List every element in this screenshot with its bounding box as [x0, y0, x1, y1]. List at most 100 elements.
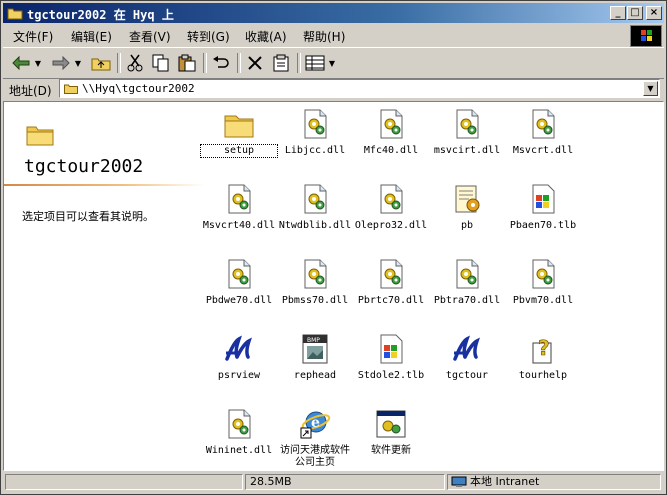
- undo-icon: [213, 56, 229, 68]
- windows-logo-icon: [630, 25, 662, 47]
- address-field[interactable]: \\Hyq\tgctour2002 ▼: [59, 79, 660, 98]
- file-label: tourhelp: [518, 370, 568, 381]
- file-item[interactable]: pb: [429, 183, 505, 232]
- tlb-icon: [527, 183, 559, 215]
- minimize-button[interactable]: _: [610, 6, 626, 20]
- file-label: psrview: [217, 370, 261, 381]
- undo-button[interactable]: [209, 52, 233, 74]
- address-dropdown-button[interactable]: ▼: [643, 81, 658, 96]
- file-item[interactable]: Pbaen70.tlb: [505, 183, 581, 232]
- folder-icon: [64, 84, 78, 94]
- file-item[interactable]: psrview: [201, 333, 277, 382]
- pb-icon: [451, 183, 483, 215]
- menu-view[interactable]: 查看(V): [129, 28, 171, 45]
- delete-x-icon: [248, 56, 262, 70]
- file-label: Msvcrt40.dll: [202, 220, 276, 231]
- file-item[interactable]: Olepro32.dll: [353, 183, 429, 232]
- file-label: Stdole2.tlb: [357, 370, 425, 381]
- forward-dropdown[interactable]: ▼: [73, 52, 83, 74]
- file-label: Mfc40.dll: [363, 145, 419, 156]
- file-item[interactable]: Pbrtc70.dll: [353, 258, 429, 307]
- title-bar[interactable]: tgctour2002 在 Hyq 上 _ □ ×: [3, 3, 664, 23]
- help-icon: ?: [527, 333, 559, 365]
- explorer-window: tgctour2002 在 Hyq 上 _ □ × 文件(F) 编辑(E) 查看…: [0, 0, 667, 495]
- menu-file[interactable]: 文件(F): [13, 28, 53, 45]
- dll-icon: [527, 258, 559, 290]
- file-label: Libjcc.dll: [284, 145, 346, 156]
- folder-icon: [223, 108, 255, 140]
- file-label: setup: [200, 144, 278, 158]
- file-item[interactable]: Pbvm70.dll: [505, 258, 581, 307]
- forward-button[interactable]: [49, 52, 73, 74]
- dll-icon: [375, 108, 407, 140]
- dll-icon: [299, 258, 331, 290]
- file-item[interactable]: Stdole2.tlb: [353, 333, 429, 382]
- file-item[interactable]: Mfc40.dll: [353, 108, 429, 157]
- address-label: 地址(D): [9, 84, 52, 98]
- toolbar-separator: [203, 53, 207, 73]
- views-grid-icon: [305, 55, 325, 71]
- dll-icon: [223, 183, 255, 215]
- file-label: Pbrtc70.dll: [357, 295, 425, 306]
- address-path: \\Hyq\tgctour2002: [82, 82, 195, 95]
- file-item[interactable]: e 访问天港成软件公司主页: [277, 408, 353, 469]
- file-item[interactable]: Msvcrt40.dll: [201, 183, 277, 232]
- file-label: rephead: [293, 370, 337, 381]
- file-item[interactable]: tgctour: [429, 333, 505, 382]
- file-item[interactable]: msvcirt.dll: [429, 108, 505, 157]
- status-bar: 28.5MB 本地 Intranet: [3, 472, 664, 492]
- file-item[interactable]: Pbmss70.dll: [277, 258, 353, 307]
- file-label: Pbaen70.tlb: [509, 220, 577, 231]
- back-button[interactable]: [9, 52, 33, 74]
- file-item[interactable]: Msvcrt.dll: [505, 108, 581, 157]
- menu-bar: 文件(F) 编辑(E) 查看(V) 转到(G) 收藏(A) 帮助(H): [3, 25, 664, 45]
- file-item[interactable]: Pbtra70.dll: [429, 258, 505, 307]
- file-item[interactable]: Wininet.dll: [201, 408, 277, 457]
- copy-button[interactable]: [149, 52, 173, 74]
- paste-button[interactable]: [175, 52, 199, 74]
- file-item[interactable]: Ntwdblib.dll: [277, 183, 353, 232]
- dll-icon: [223, 258, 255, 290]
- delete-button[interactable]: [243, 52, 267, 74]
- dll-icon: [299, 108, 331, 140]
- copy-icon: [152, 54, 169, 72]
- back-dropdown[interactable]: ▼: [33, 52, 43, 74]
- file-item[interactable]: 软件更新: [353, 408, 429, 457]
- forward-arrow-icon: [52, 56, 70, 70]
- file-item[interactable]: ? tourhelp: [505, 333, 581, 382]
- file-label: 访问天港成软件公司主页: [280, 445, 350, 468]
- menu-favorites[interactable]: 收藏(A): [245, 28, 287, 45]
- views-button[interactable]: [303, 52, 327, 74]
- file-item[interactable]: BMP rephead: [277, 333, 353, 382]
- file-item[interactable]: Libjcc.dll: [277, 108, 353, 157]
- maximize-button[interactable]: □: [627, 6, 643, 20]
- file-label: Olepro32.dll: [354, 220, 428, 231]
- zone-label: 本地 Intranet: [470, 475, 540, 488]
- file-label: Wininet.dll: [205, 445, 273, 456]
- bmp-icon: BMP: [299, 333, 331, 365]
- file-label: Msvcrt.dll: [512, 145, 574, 156]
- menu-goto[interactable]: 转到(G): [187, 28, 230, 45]
- folder-title: tgctour2002: [24, 156, 144, 177]
- intranet-icon: [451, 476, 467, 487]
- up-folder-button[interactable]: [89, 52, 113, 74]
- file-label: Pbmss70.dll: [281, 295, 349, 306]
- toolbar-separator: [297, 53, 301, 73]
- toolbar-separator: [117, 53, 121, 73]
- web-view-panel: tgctour2002 选定项目可以查看其说明。: [4, 102, 204, 470]
- file-item[interactable]: setup: [200, 108, 278, 158]
- menu-help[interactable]: 帮助(H): [303, 28, 345, 45]
- dll-icon: [223, 408, 255, 440]
- views-dropdown[interactable]: ▼: [327, 52, 337, 74]
- selection-hint: 选定项目可以查看其说明。: [22, 210, 154, 223]
- menu-edit[interactable]: 编辑(E): [71, 28, 112, 45]
- dll-icon: [299, 183, 331, 215]
- title-divider: [4, 184, 204, 186]
- svg-text:BMP: BMP: [307, 337, 320, 344]
- close-button[interactable]: ×: [646, 6, 662, 20]
- cut-button[interactable]: [123, 52, 147, 74]
- content-pane: tgctour2002 选定项目可以查看其说明。 setup Libjcc.dll…: [3, 101, 664, 471]
- file-item[interactable]: Pbdwe70.dll: [201, 258, 277, 307]
- properties-button[interactable]: [269, 52, 293, 74]
- file-label: pb: [460, 220, 474, 231]
